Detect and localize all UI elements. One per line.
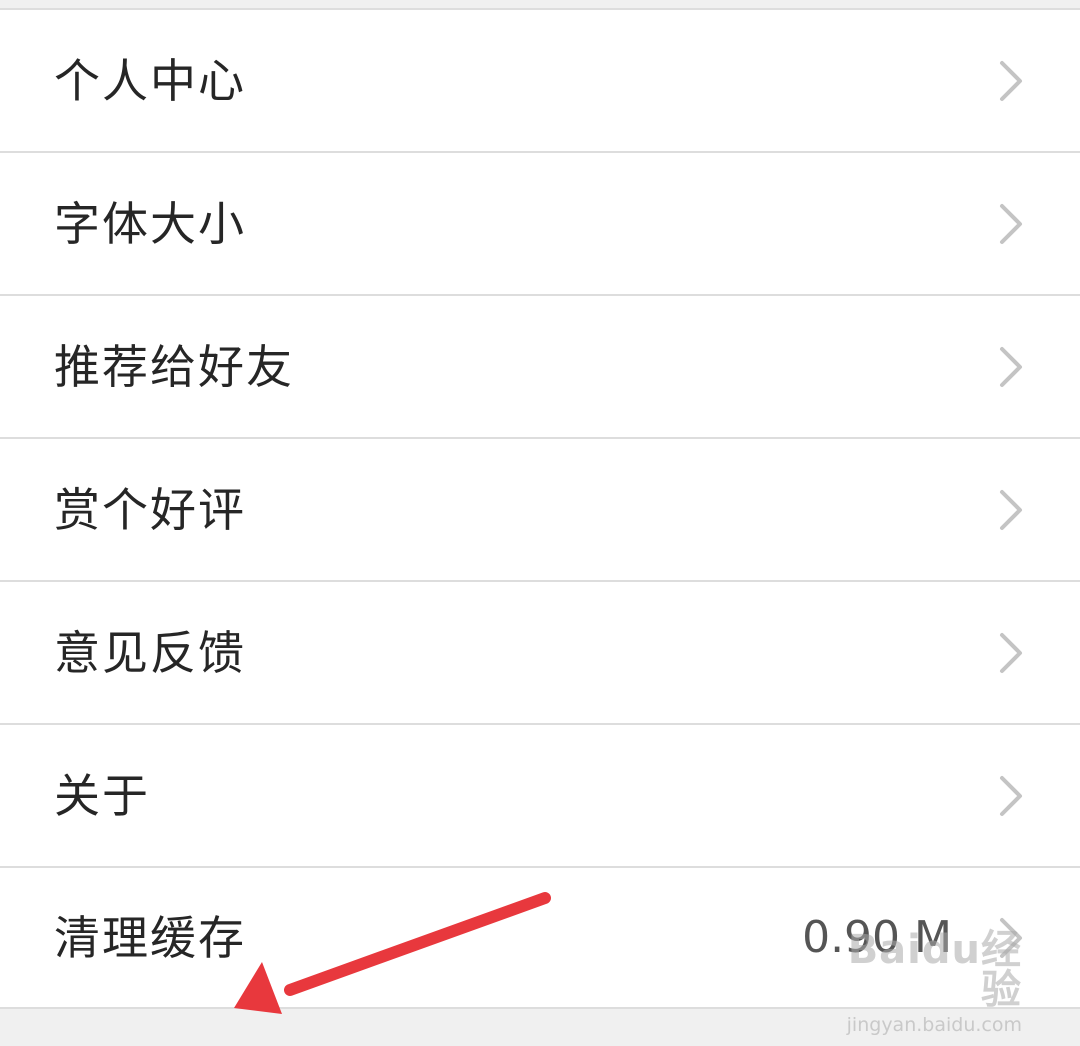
chevron-right-icon	[998, 774, 1024, 818]
settings-item-label: 推荐给好友	[54, 339, 294, 394]
watermark-url: jingyan.baidu.com	[846, 1014, 1022, 1036]
settings-item-label: 意见反馈	[54, 625, 246, 680]
settings-item-label: 清理缓存	[54, 910, 246, 965]
settings-item-label: 字体大小	[54, 196, 246, 251]
settings-item-label: 个人中心	[54, 53, 246, 108]
chevron-right-icon	[998, 202, 1024, 246]
settings-item-rate-app[interactable]: 赏个好评	[0, 437, 1080, 580]
cache-size-value: 0.90 M	[802, 911, 952, 963]
chevron-right-icon	[998, 631, 1024, 675]
settings-item-about[interactable]: 关于	[0, 723, 1080, 866]
settings-item-label: 关于	[54, 768, 150, 823]
settings-item-feedback[interactable]: 意见反馈	[0, 580, 1080, 723]
settings-item-label: 赏个好评	[54, 482, 246, 537]
settings-list: 个人中心 字体大小 推荐给好友 赏个好评 意见反馈 关于 清理缓存 0.90 M	[0, 8, 1080, 1009]
chevron-right-icon	[998, 488, 1024, 532]
chevron-right-icon	[998, 916, 1024, 960]
settings-item-recommend-to-friends[interactable]: 推荐给好友	[0, 294, 1080, 437]
settings-item-clear-cache[interactable]: 清理缓存 0.90 M	[0, 866, 1080, 1009]
chevron-right-icon	[998, 345, 1024, 389]
settings-item-font-size[interactable]: 字体大小	[0, 151, 1080, 294]
settings-screen: { "settings": { "items": [ {"label": "个人…	[0, 0, 1080, 1046]
settings-item-personal-center[interactable]: 个人中心	[0, 8, 1080, 151]
chevron-right-icon	[998, 59, 1024, 103]
